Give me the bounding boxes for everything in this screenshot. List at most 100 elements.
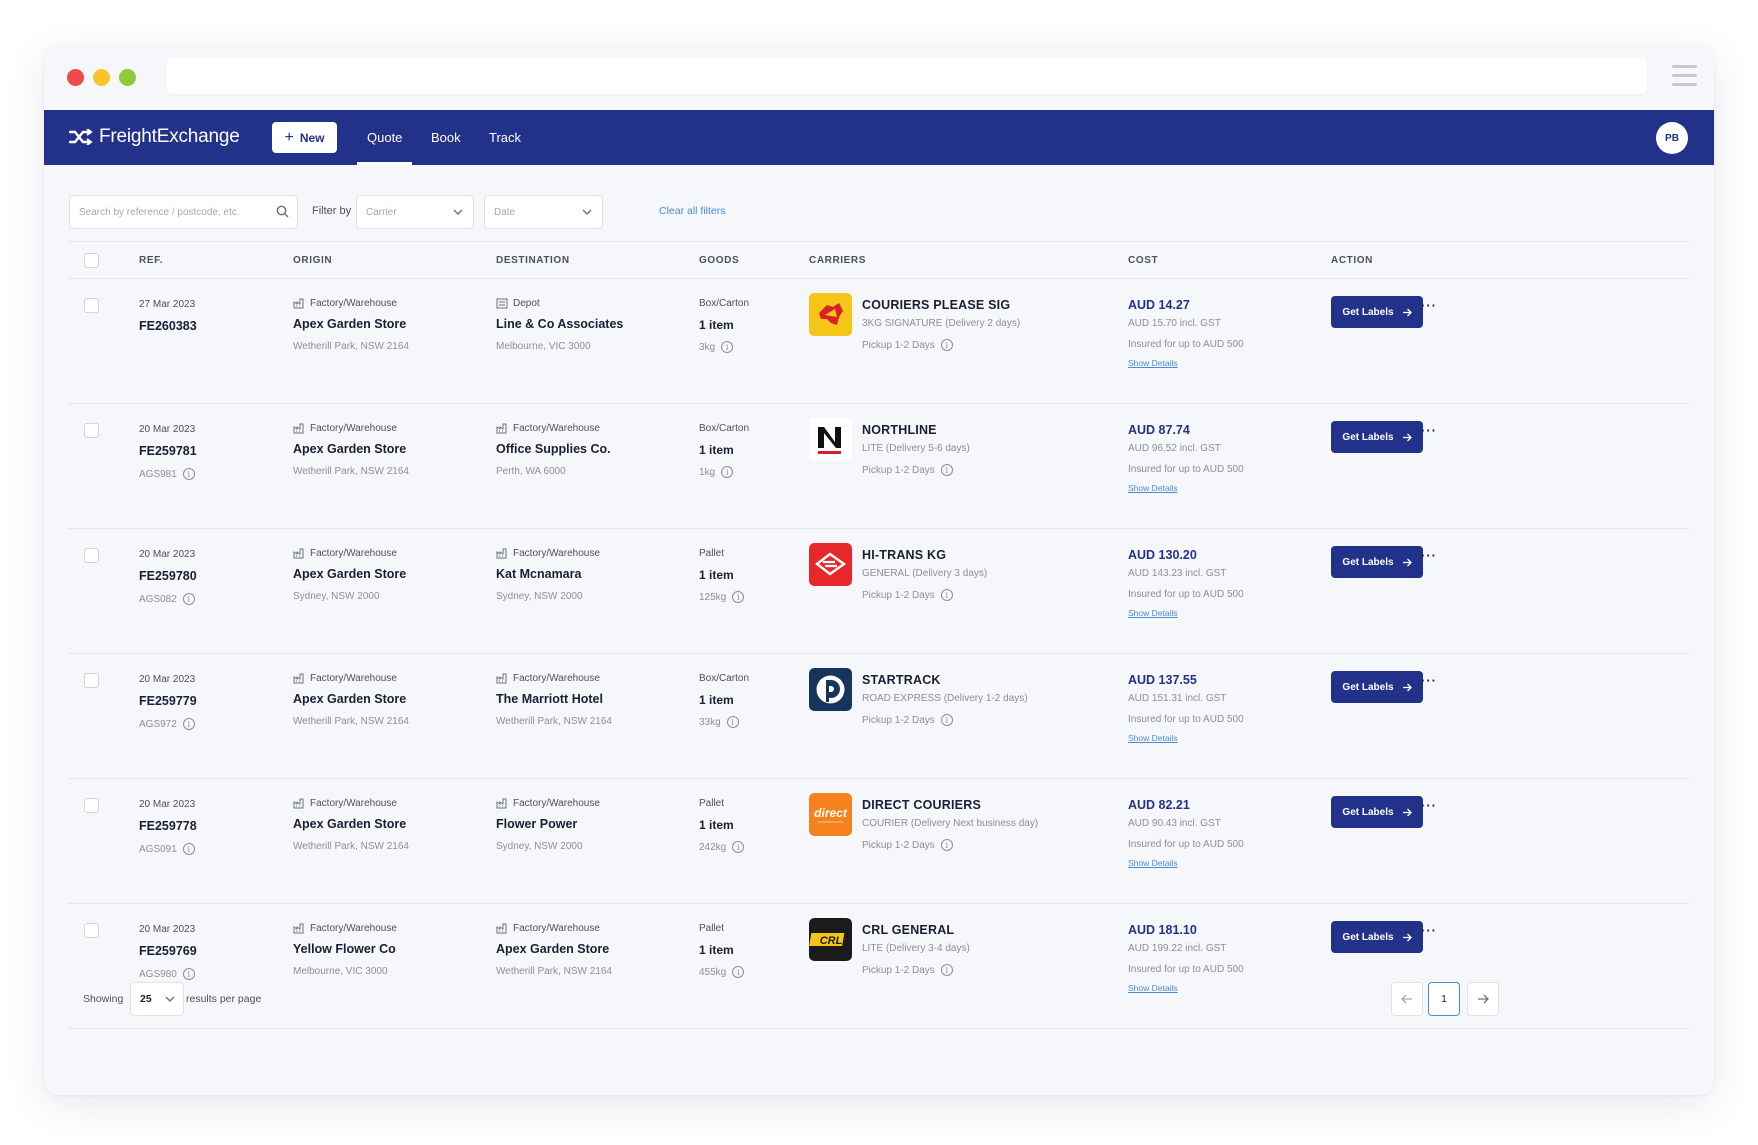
get-labels-button[interactable]: Get Labels (1331, 921, 1423, 953)
row-checkbox[interactable] (84, 923, 99, 938)
user-avatar[interactable]: PB (1656, 122, 1688, 154)
page-button-current[interactable]: 1 (1428, 982, 1460, 1016)
destination-address: Melbourne, VIC 3000 (496, 341, 591, 352)
arrow-right-icon (1402, 558, 1412, 566)
row-more-menu-icon[interactable]: ··· (1421, 548, 1437, 563)
date-filter-select[interactable]: Date (484, 195, 603, 229)
info-icon[interactable]: i (940, 839, 953, 851)
customer-ref: AGS091 i (139, 843, 195, 855)
shipment-ref[interactable]: FE259780 (139, 569, 197, 583)
info-icon[interactable]: i (940, 589, 953, 601)
table-row[interactable]: 27 Mar 2023 FE260383 Factory/Warehouse A… (69, 279, 1689, 404)
origin-type: Factory/Warehouse (293, 548, 406, 559)
tab-quote[interactable]: Quote (356, 110, 413, 165)
goods-type: Pallet (699, 548, 725, 559)
customer-ref: AGS972 i (139, 718, 195, 730)
info-icon[interactable]: i (940, 339, 953, 351)
destination-type-label: Factory/Warehouse (513, 673, 600, 684)
header-destination[interactable]: DESTINATION (496, 255, 570, 266)
table-row[interactable]: 20 Mar 2023 FE259778 AGS091 i Factory/War… (69, 779, 1689, 904)
close-window-icon[interactable] (67, 69, 84, 86)
row-more-menu-icon[interactable]: ··· (1421, 673, 1437, 688)
show-details-link[interactable]: Show Details (1128, 608, 1244, 618)
per-page-value: 25 (140, 993, 152, 1005)
next-page-button[interactable] (1467, 982, 1499, 1016)
get-labels-button[interactable]: Get Labels (1331, 296, 1423, 328)
info-icon[interactable]: i (732, 841, 745, 853)
address-bar[interactable] (167, 57, 1647, 94)
search-icon[interactable] (276, 205, 289, 218)
row-checkbox[interactable] (84, 298, 99, 313)
tab-book[interactable]: Book (431, 110, 461, 165)
header-carriers[interactable]: CARRIERS (809, 255, 866, 266)
row-checkbox[interactable] (84, 673, 99, 688)
shipment-date: 20 Mar 2023 (139, 799, 196, 810)
info-icon[interactable]: i (182, 468, 195, 480)
plus-icon: + (284, 128, 294, 146)
table-row[interactable]: 20 Mar 2023 FE259780 AGS082 i Factory/War… (69, 529, 1689, 654)
show-details-link[interactable]: Show Details (1128, 733, 1244, 743)
minimize-window-icon[interactable] (93, 69, 110, 86)
show-details-link[interactable]: Show Details (1128, 483, 1244, 493)
info-icon[interactable]: i (182, 593, 195, 605)
row-checkbox[interactable] (84, 548, 99, 563)
info-icon[interactable]: i (940, 464, 953, 476)
show-details-link[interactable]: Show Details (1128, 858, 1244, 868)
destination-type-label: Factory/Warehouse (513, 798, 600, 809)
info-icon[interactable]: i (182, 718, 195, 730)
row-checkbox[interactable] (84, 423, 99, 438)
row-more-menu-icon[interactable]: ··· (1421, 298, 1437, 313)
carrier-filter-select[interactable]: Carrier (356, 195, 474, 229)
row-checkbox[interactable] (84, 798, 99, 813)
row-more-menu-icon[interactable]: ··· (1421, 423, 1437, 438)
browser-menu-icon[interactable] (1672, 65, 1697, 86)
tab-track[interactable]: Track (489, 110, 521, 165)
app-logo[interactable]: FreightExchange (69, 124, 240, 150)
shipment-ref[interactable]: FE259769 (139, 944, 197, 958)
info-icon[interactable]: i (182, 843, 195, 855)
table-row[interactable]: 20 Mar 2023 FE259781 AGS981 i Factory/War… (69, 404, 1689, 529)
customer-ref-text: AGS091 (139, 843, 177, 855)
origin-cell: Factory/Warehouse Yellow Flower Co Melbo… (293, 923, 397, 977)
destination-cell: Factory/Warehouse The Marriott Hotel Wet… (496, 673, 612, 727)
select-all-checkbox[interactable] (84, 253, 99, 268)
carrier-cell: HI-TRANS KG GENERAL (Delivery 3 days) Pi… (809, 543, 1109, 623)
header-origin[interactable]: ORIGIN (293, 255, 332, 266)
cost-incl-gst: AUD 96.52 incl. GST (1128, 443, 1221, 454)
show-details-link[interactable]: Show Details (1128, 358, 1244, 368)
header-action[interactable]: ACTION (1331, 255, 1373, 266)
new-button[interactable]: + New (272, 122, 337, 153)
header-ref[interactable]: REF. (139, 255, 163, 266)
maximize-window-icon[interactable] (119, 69, 136, 86)
info-icon[interactable]: i (726, 716, 739, 728)
row-more-menu-icon[interactable]: ··· (1421, 798, 1437, 813)
shipment-ref[interactable]: FE260383 (139, 319, 197, 333)
header-goods[interactable]: GOODS (699, 255, 739, 266)
row-more-menu-icon[interactable]: ··· (1421, 923, 1437, 938)
goods-cell: Box/Carton 1 item 3kg i (699, 298, 749, 353)
shipment-ref[interactable]: FE259778 (139, 819, 197, 833)
shipment-ref[interactable]: FE259779 (139, 694, 197, 708)
search-input[interactable] (70, 196, 260, 228)
get-labels-button[interactable]: Get Labels (1331, 796, 1423, 828)
chevron-down-icon (453, 209, 463, 215)
shipment-ref[interactable]: FE259781 (139, 444, 197, 458)
previous-page-button[interactable] (1391, 982, 1423, 1016)
shipment-date: 20 Mar 2023 (139, 924, 196, 935)
get-labels-button[interactable]: Get Labels (1331, 671, 1423, 703)
svg-text:CRL: CRL (820, 935, 843, 947)
cost-cell: AUD 87.74 AUD 96.52 incl. GST Insured fo… (1128, 423, 1244, 493)
header-cost[interactable]: COST (1128, 255, 1158, 266)
info-icon[interactable]: i (721, 466, 734, 478)
destination-type-label: Factory/Warehouse (513, 423, 600, 434)
get-labels-button[interactable]: Get Labels (1331, 421, 1423, 453)
info-icon[interactable]: i (940, 714, 953, 726)
goods-weight-value: 1kg (699, 466, 716, 478)
info-icon[interactable]: i (721, 341, 734, 353)
info-icon[interactable]: i (732, 591, 745, 603)
table-row[interactable]: 20 Mar 2023 FE259779 AGS972 i Factory/War… (69, 654, 1689, 779)
per-page-select[interactable]: 25 (130, 982, 184, 1016)
factory-icon (496, 923, 507, 934)
clear-filters-link[interactable]: Clear all filters (659, 205, 726, 217)
get-labels-button[interactable]: Get Labels (1331, 546, 1423, 578)
